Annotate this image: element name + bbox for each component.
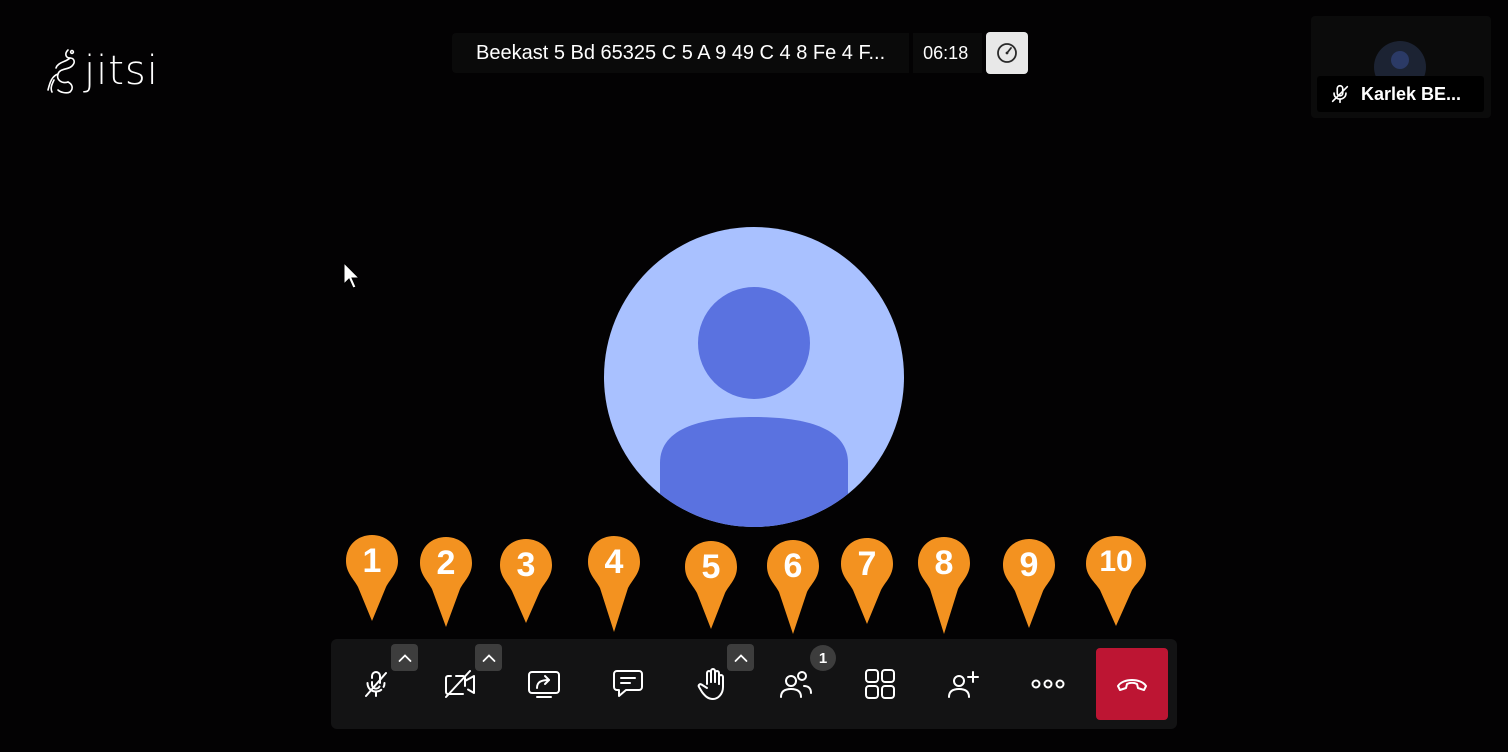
marker-10: 10 <box>1086 536 1146 628</box>
camera-options-button[interactable] <box>475 644 502 671</box>
participant-name: Karlek BE... <box>1361 83 1462 104</box>
meeting-timer: 06:18 <box>913 33 983 73</box>
reactions-options-button[interactable] <box>727 644 754 671</box>
participants-count-badge: 1 <box>810 645 836 671</box>
marker-5: 5 <box>685 541 737 633</box>
tile-view-icon <box>865 669 895 699</box>
more-actions-button[interactable] <box>1012 648 1084 720</box>
mic-muted-icon <box>365 671 387 697</box>
marker-label: 7 <box>857 545 877 583</box>
marker-6: 6 <box>767 540 819 634</box>
marker-label: 5 <box>701 548 721 586</box>
marker-7: 7 <box>841 538 893 630</box>
marker-label: 3 <box>516 546 536 584</box>
meeting-subject: Beekast 5 Bd 65325 C 5 A 9 49 C 4 8 Fe 4… <box>452 33 910 73</box>
chevron-up-icon <box>734 653 747 662</box>
share-screen-icon <box>528 671 560 698</box>
conference-stage: jitsi Beekast 5 Bd 65325 C 5 A 9 49 C 4 … <box>0 0 1508 752</box>
camera-off-icon <box>445 670 475 698</box>
more-icon <box>1031 679 1065 689</box>
hangup-button[interactable] <box>1096 648 1168 720</box>
hangup-icon <box>1117 679 1147 691</box>
marker-label: 9 <box>1019 546 1039 584</box>
marker-3: 3 <box>500 539 552 631</box>
marker-label: 1 <box>362 542 382 580</box>
microphone-options-button[interactable] <box>391 644 418 671</box>
connection-indicator-button[interactable] <box>986 32 1029 74</box>
participant-name-label: Karlek BE... <box>1317 76 1484 112</box>
chat-button[interactable] <box>592 648 664 720</box>
marker-label: 8 <box>934 544 954 582</box>
jitsi-logo[interactable]: jitsi <box>46 46 159 96</box>
main-avatar <box>604 227 904 527</box>
mic-muted-icon <box>1331 84 1349 104</box>
meeting-header: Beekast 5 Bd 65325 C 5 A 9 49 C 4 8 Fe 4… <box>452 32 1029 74</box>
speedometer-icon <box>997 43 1018 63</box>
avatar-person-icon <box>660 287 848 527</box>
add-person-icon <box>948 671 979 698</box>
chat-icon <box>613 670 643 697</box>
marker-label: 2 <box>436 544 456 582</box>
marker-4: 4 <box>588 536 640 632</box>
jitsi-bird-icon <box>47 49 75 94</box>
mouse-cursor-icon <box>343 262 361 289</box>
share-screen-button[interactable] <box>508 648 580 720</box>
marker-1: 1 <box>346 535 398 627</box>
logo-text: jitsi <box>84 48 159 94</box>
chevron-up-icon <box>482 653 495 662</box>
tile-view-button[interactable] <box>844 648 916 720</box>
hand-icon <box>697 668 724 700</box>
marker-label: 10 <box>1099 545 1133 578</box>
marker-8: 8 <box>918 537 970 634</box>
chevron-up-icon <box>398 653 411 662</box>
marker-label: 6 <box>783 547 803 585</box>
toolbar: 1 <box>331 639 1177 729</box>
participant-tile[interactable]: Karlek BE... <box>1311 16 1491 118</box>
marker-label: 4 <box>604 543 624 581</box>
invite-people-button[interactable] <box>928 648 1000 720</box>
marker-9: 9 <box>1003 539 1055 631</box>
participants-icon <box>780 671 812 698</box>
marker-2: 2 <box>420 537 472 629</box>
